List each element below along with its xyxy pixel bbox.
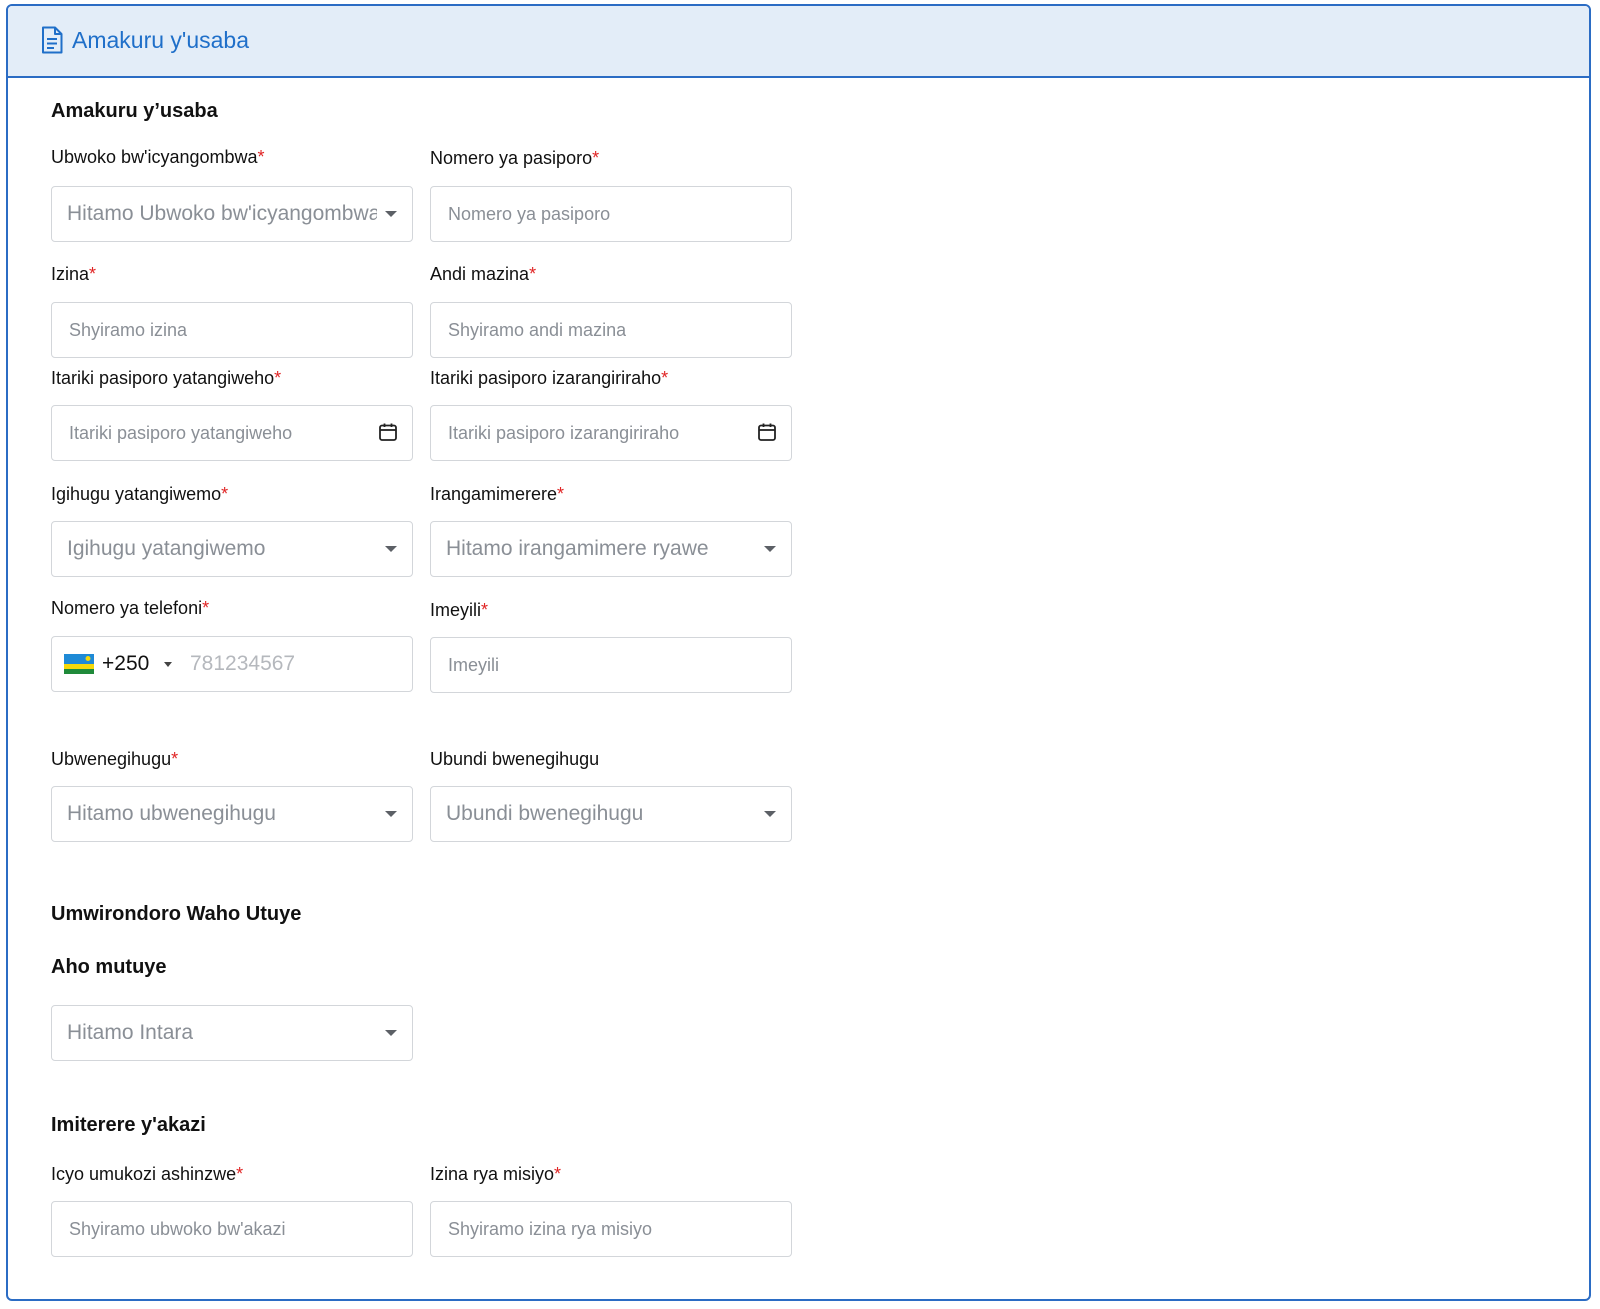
issuing-country-select[interactable]: Igihugu yatangiwemo — [51, 521, 413, 577]
required-marker: * — [171, 749, 179, 769]
nationality-placeholder: Hitamo ubwenegihugu — [67, 802, 276, 825]
rwanda-flag-icon[interactable] — [64, 654, 94, 674]
document-icon — [42, 26, 63, 54]
passport-expiry-date-label: Itariki pasiporo izarangiriraho* — [430, 368, 669, 388]
chevron-down-icon — [385, 211, 397, 217]
nationality-label: Ubwenegihugu* — [51, 749, 179, 769]
other-names-input[interactable]: Shyiramo andi mazina — [430, 302, 792, 358]
passport-issue-date-input[interactable]: Itariki pasiporo yatangiweho — [51, 405, 413, 461]
required-marker: * — [557, 484, 565, 504]
required-marker: * — [89, 264, 97, 284]
passport-expiry-date-placeholder: Itariki pasiporo izarangiriraho — [448, 423, 680, 443]
first-name-placeholder: Shyiramo izina — [69, 320, 188, 340]
first-name-label: Izina* — [51, 264, 97, 284]
card-title: Amakuru y'usaba — [72, 27, 249, 53]
required-marker: * — [274, 368, 282, 388]
required-marker: * — [529, 264, 537, 284]
phone-label: Nomero ya telefoni* — [51, 598, 210, 618]
mission-name-input[interactable]: Shyiramo izina rya misiyo — [430, 1201, 792, 1257]
required-marker: * — [554, 1164, 562, 1184]
chevron-down-icon — [385, 1030, 397, 1036]
section-heading-address: Umwirondoro Waho Utuye — [51, 903, 302, 925]
passport-issue-date-placeholder: Itariki pasiporo yatangiweho — [69, 423, 293, 443]
other-names-placeholder: Shyiramo andi mazina — [448, 320, 627, 340]
mission-name-placeholder: Shyiramo izina rya misiyo — [448, 1219, 653, 1239]
phone-placeholder: 781234567 — [190, 652, 296, 675]
gender-select[interactable]: Hitamo irangamimere ryawe — [430, 521, 792, 577]
permit-type-label: Ubwoko bw'icyangombwa* — [51, 147, 265, 167]
passport-issue-date-label: Itariki pasiporo yatangiweho* — [51, 368, 282, 388]
occupation-label: Icyo umukozi ashinzwe* — [51, 1164, 244, 1184]
issuing-country-label: Igihugu yatangiwemo* — [51, 484, 229, 504]
first-name-input[interactable]: Shyiramo izina — [51, 302, 413, 358]
section-heading-residence: Aho mutuye — [51, 956, 167, 978]
calendar-icon[interactable] — [757, 422, 777, 442]
card-header: Amakuru y'usaba — [8, 6, 1589, 78]
mission-name-label: Izina rya misiyo* — [430, 1164, 562, 1184]
chevron-down-icon — [764, 811, 776, 817]
email-placeholder: Imeyili — [448, 655, 500, 675]
email-input[interactable]: Imeyili — [430, 637, 792, 693]
country-code-caret-icon[interactable] — [164, 662, 172, 667]
required-marker: * — [257, 147, 265, 167]
passport-number-label: Nomero ya pasiporo* — [430, 148, 600, 168]
section-heading-applicant: Amakuru y’usaba — [51, 100, 218, 122]
chevron-down-icon — [385, 811, 397, 817]
required-marker: * — [236, 1164, 244, 1184]
issuing-country-placeholder: Igihugu yatangiwemo — [67, 537, 266, 560]
phone-input[interactable]: +250 781234567 — [51, 636, 413, 692]
province-placeholder: Hitamo Intara — [67, 1021, 194, 1044]
required-marker: * — [202, 598, 210, 618]
gender-placeholder: Hitamo irangamimere ryawe — [446, 537, 709, 560]
required-marker: * — [661, 368, 669, 388]
other-nationality-select[interactable]: Ubundi bwenegihugu — [430, 786, 792, 842]
other-names-label: Andi mazina* — [430, 264, 537, 284]
passport-number-input[interactable]: Nomero ya pasiporo — [430, 186, 792, 242]
calendar-icon[interactable] — [378, 422, 398, 442]
required-marker: * — [481, 600, 489, 620]
occupation-placeholder: Shyiramo ubwoko bw'akazi — [69, 1219, 286, 1239]
permit-type-select[interactable]: Hitamo Ubwoko bw'icyangombwa — [51, 186, 413, 242]
gender-label: Irangamimerere* — [430, 484, 565, 504]
country-code[interactable]: +250 — [102, 637, 149, 691]
permit-type-placeholder: Hitamo Ubwoko bw'icyangombwa — [67, 202, 377, 225]
passport-expiry-date-input[interactable]: Itariki pasiporo izarangiriraho — [430, 405, 792, 461]
passport-number-placeholder: Nomero ya pasiporo — [448, 204, 611, 224]
section-heading-work: Imiterere y'akazi — [51, 1114, 206, 1136]
chevron-down-icon — [764, 546, 776, 552]
province-select[interactable]: Hitamo Intara — [51, 1005, 413, 1061]
email-label: Imeyili* — [430, 600, 489, 620]
nationality-select[interactable]: Hitamo ubwenegihugu — [51, 786, 413, 842]
occupation-input[interactable]: Shyiramo ubwoko bw'akazi — [51, 1201, 413, 1257]
chevron-down-icon — [385, 546, 397, 552]
required-marker: * — [221, 484, 229, 504]
other-nationality-label: Ubundi bwenegihugu — [430, 749, 600, 769]
other-nationality-placeholder: Ubundi bwenegihugu — [446, 802, 644, 825]
required-marker: * — [592, 148, 600, 168]
